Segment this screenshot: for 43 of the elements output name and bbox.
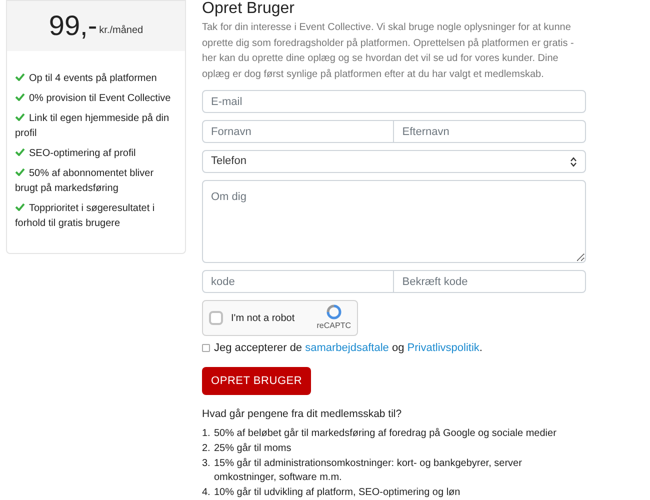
terms-text: Jeg accepterer de samarbejdsaftale og Privatlivspolitik. bbox=[214, 341, 482, 356]
list-number: 2. bbox=[202, 442, 212, 456]
list-text: 50% af beløbet går til markedsføring af foredrag på Google og sociale medier bbox=[214, 427, 556, 441]
list-number: 3. bbox=[202, 457, 212, 471]
feature-text: SEO-optimering af profil bbox=[15, 146, 177, 161]
list-number: 1. bbox=[202, 427, 212, 441]
check-icon bbox=[15, 168, 25, 176]
captcha-label: I'm not a robot bbox=[231, 312, 295, 326]
feature-text: Link til egen hjemmeside på din profil bbox=[15, 112, 170, 141]
feature-text: 50% af abonnomentet bliver brugt på markedsføring bbox=[15, 167, 155, 196]
feature-text: 0% provision til Event Collective bbox=[15, 91, 177, 106]
select-value: Telefon bbox=[211, 154, 246, 170]
check-icon bbox=[15, 203, 25, 211]
text-area[interactable]: Om dig bbox=[202, 180, 586, 263]
feature-text: Topprioritet i søgeresultatet i forhold til gratis brugere bbox=[15, 202, 156, 231]
price: 99,- bbox=[48, 9, 98, 43]
input-field[interactable]: kode bbox=[202, 270, 394, 293]
input-field[interactable]: Bekræft kode bbox=[394, 270, 586, 293]
terms-checkbox[interactable] bbox=[202, 344, 210, 352]
select-field[interactable]: Telefon bbox=[202, 150, 586, 173]
recaptcha-logo-icon bbox=[326, 304, 342, 320]
list-text: 10% går til udvikling af platform, SEO-optimering og løn bbox=[214, 486, 460, 500]
input-field[interactable]: Efternavn bbox=[394, 120, 586, 143]
submit-button[interactable]: OPRET BRUGER bbox=[202, 366, 312, 396]
check-icon bbox=[15, 113, 25, 121]
input-field[interactable]: E-mail bbox=[202, 90, 586, 113]
list-number: 4. bbox=[202, 486, 212, 500]
agreement-link[interactable]: samarbejdsaftale bbox=[305, 342, 389, 354]
captcha-brand: reCAPTC bbox=[316, 320, 351, 332]
privacy-link[interactable]: Privatlivspolitik bbox=[407, 342, 480, 354]
captcha-checkbox[interactable] bbox=[209, 311, 223, 326]
chevron-updown-icon bbox=[570, 156, 577, 166]
check-icon bbox=[15, 148, 25, 156]
info-heading: Hvad går pengene fra dit medlemsskab til? bbox=[202, 407, 403, 422]
list-text: 15% går til administrationsomkostninger: kort- og bankgebyrer, server omkostninger, software m.m. bbox=[214, 457, 523, 485]
price-unit: kr./måned bbox=[99, 24, 144, 38]
feature-text: Op til 4 events på platformen bbox=[15, 71, 177, 86]
check-icon bbox=[15, 93, 25, 101]
intro-text: Tak for din interesse i Event Collective. Vi skal bruge nogle oplysninger for at kunne oprette dig som foredragsholder på platformen. Oprettelsen på platformen er gratis - her kan du oprette dine oplæg og se hvordan det vil se ud for vores kunder. Dine oplæg er dog først synlige på platformen efter at du har valgt et medlemskab. bbox=[202, 21, 575, 82]
form-title: Opret Bruger bbox=[202, 0, 296, 18]
list-text: 25% går til moms bbox=[214, 442, 292, 456]
input-field[interactable]: Fornavn bbox=[202, 120, 394, 143]
check-icon bbox=[15, 73, 25, 81]
